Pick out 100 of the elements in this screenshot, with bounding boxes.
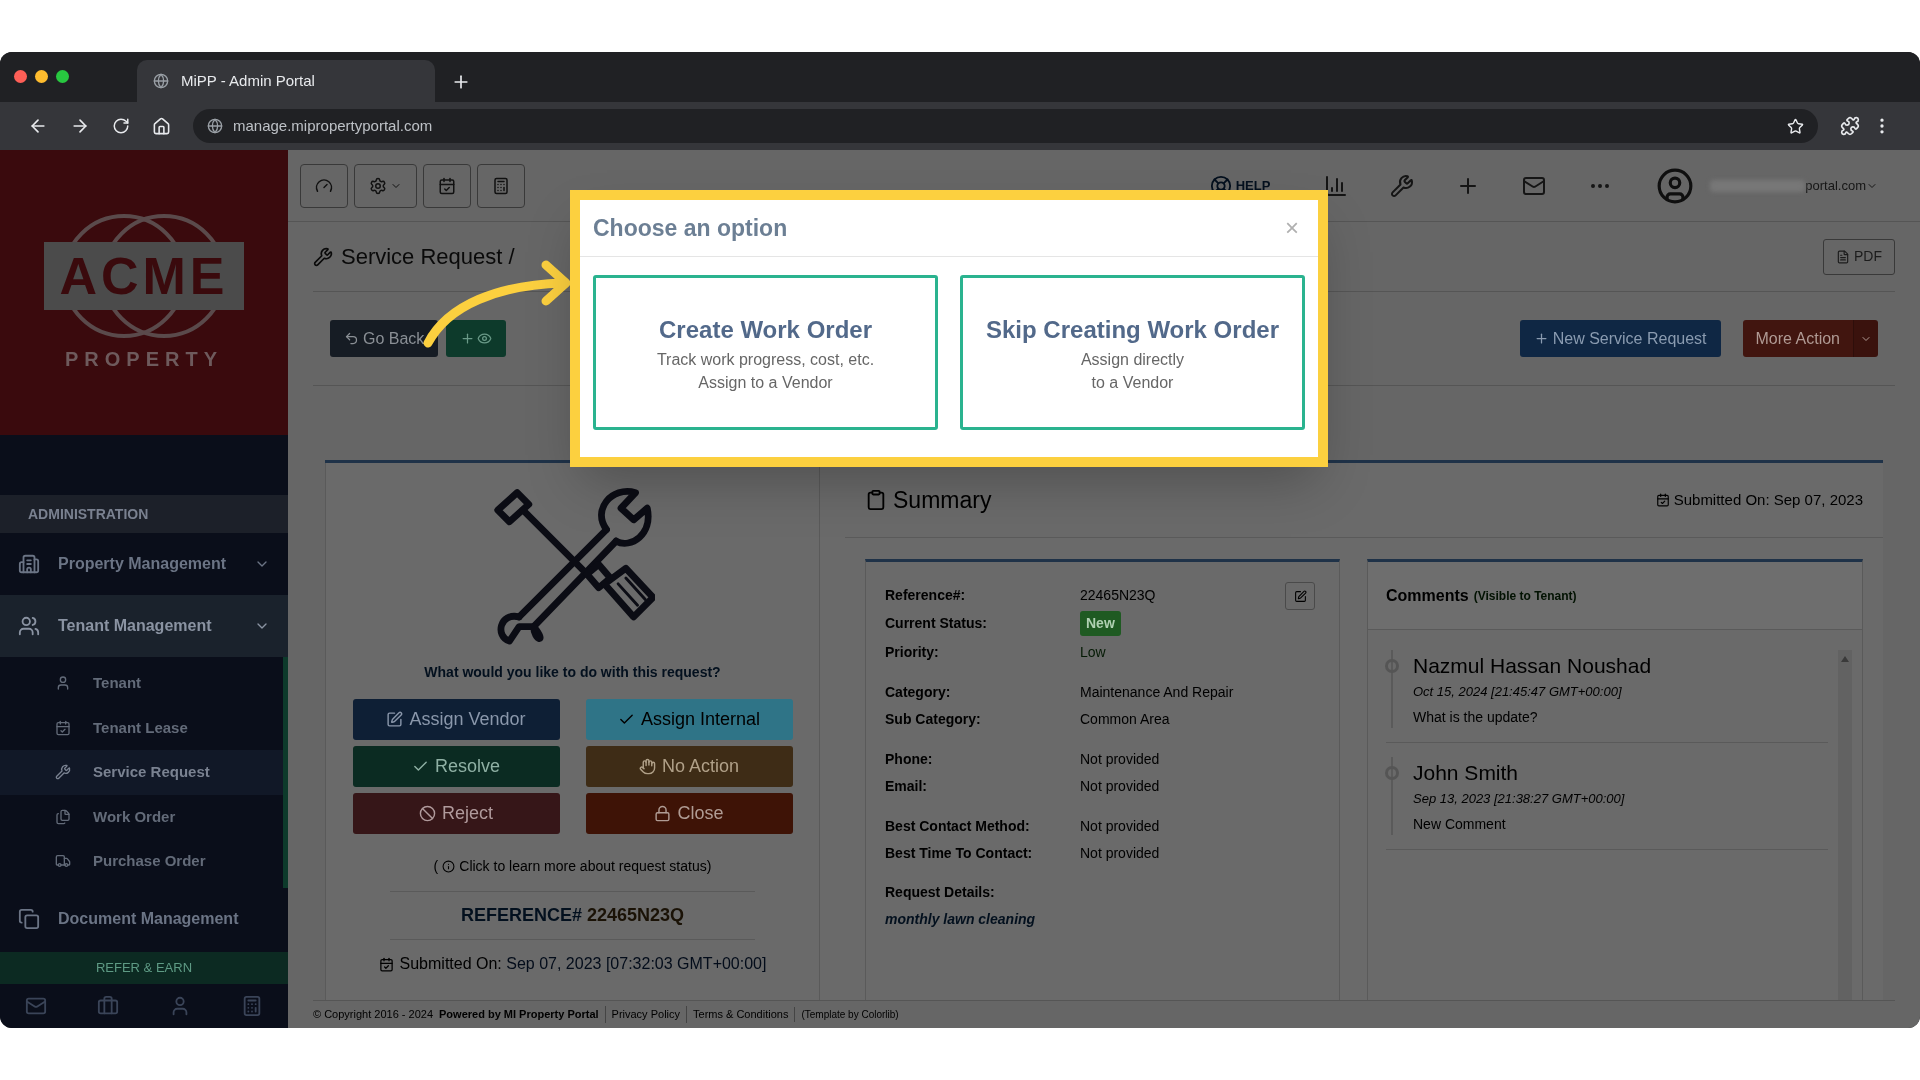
- copy-icon: [18, 907, 40, 930]
- globe-icon: [153, 73, 169, 89]
- breadcrumb: Service Request /: [341, 243, 515, 271]
- action-button[interactable]: Assign Internal: [585, 699, 793, 740]
- sidebar-subitem[interactable]: Service Request: [0, 750, 283, 795]
- comment-text: New Comment: [1413, 815, 1507, 834]
- summary-title: Summary: [893, 485, 992, 515]
- calculator-icon[interactable]: [241, 995, 263, 1017]
- action-button[interactable]: No Action: [585, 746, 793, 787]
- status-badge: New: [1080, 611, 1121, 636]
- reference-number: REFERENCE# 22465N23Q: [460, 904, 685, 927]
- section-header: ADMINISTRATION: [0, 495, 288, 533]
- summary-submitted-date: Submitted On: Sep 07, 2023: [1673, 489, 1863, 510]
- comments-title: Comments: [1386, 585, 1469, 606]
- scroll-up-icon: [1841, 656, 1849, 662]
- field-value: Not provided: [1080, 776, 1160, 796]
- calculator-icon: [492, 176, 510, 195]
- field-label: Category:: [885, 682, 952, 702]
- wrench-icon[interactable]: [1390, 173, 1415, 198]
- edit-icon: [386, 711, 404, 728]
- globe-icon: [207, 118, 223, 134]
- edit-icon: [1293, 589, 1307, 603]
- status-help-link[interactable]: ( Click to learn more about request status): [433, 856, 712, 877]
- field-label: Priority:: [885, 642, 940, 662]
- bar-chart-icon[interactable]: [1324, 173, 1349, 198]
- new-service-request-button[interactable]: New Service Request: [1519, 320, 1721, 357]
- option-card[interactable]: Create Work Order Track work progress, cost, etc. Assign to a Vendor: [593, 275, 938, 430]
- bookmark-star-icon[interactable]: [1787, 117, 1804, 135]
- sidebar-item[interactable]: Tenant Management: [0, 595, 288, 657]
- field-label: Phone:: [885, 749, 934, 769]
- avatar-icon[interactable]: [1656, 166, 1695, 205]
- users-icon: [18, 615, 40, 637]
- wrench-icon: [55, 764, 71, 781]
- action-button[interactable]: Resolve: [352, 746, 560, 787]
- powered-by-link[interactable]: Powered by MI Property Portal: [439, 1006, 599, 1023]
- comment-author: Nazmul Hassan Noushad: [1413, 653, 1652, 679]
- gauge-icon: [315, 176, 333, 195]
- go-back-button[interactable]: Go Back: [330, 320, 439, 357]
- address-field[interactable]: manage.mipropertyportal.com: [193, 109, 1818, 143]
- plus-icon: [1533, 331, 1549, 346]
- user-menu[interactable]: portal.com: [1710, 175, 1878, 196]
- wrench-icon: [313, 246, 333, 267]
- toolbar-button[interactable]: [423, 163, 471, 208]
- comment-text: What is the update?: [1413, 708, 1539, 727]
- action-button[interactable]: Close: [585, 793, 793, 834]
- field-label: Reference#:: [885, 585, 967, 605]
- dialog-title: Choose an option: [593, 213, 789, 243]
- add-view-button[interactable]: [446, 320, 507, 357]
- toolbar-button[interactable]: [300, 163, 348, 208]
- toolbar-button[interactable]: [354, 163, 417, 208]
- field-value: Not provided: [1080, 843, 1160, 863]
- comment-time: Sep 13, 2023 [21:38:27 GMT+00:00]: [1413, 789, 1625, 808]
- browser-tab[interactable]: MiPP - Admin Portal: [137, 60, 435, 102]
- ban-icon: [419, 805, 436, 822]
- comment-author: John Smith: [1413, 760, 1520, 786]
- user-icon: [55, 675, 71, 692]
- terms-link[interactable]: Terms & Conditions: [686, 1006, 789, 1023]
- file-icon: [1836, 249, 1850, 264]
- hand-icon: [638, 758, 656, 775]
- action-button[interactable]: Reject: [352, 793, 560, 834]
- back-arrow-icon: [344, 331, 359, 346]
- reload-icon[interactable]: [112, 117, 130, 135]
- building-icon: [18, 553, 40, 575]
- clipboard-icon: [865, 489, 887, 511]
- field-value: Not provided: [1080, 749, 1160, 769]
- eye-icon: [477, 331, 493, 346]
- request-details: monthly lawn cleaning: [885, 910, 1037, 929]
- extensions-icon[interactable]: [1840, 116, 1860, 136]
- submitted-date: Submitted On: Sep 07, 2023 [07:32:03 GMT+00:00]: [399, 954, 767, 974]
- field-label: Best Time To Contact:: [885, 843, 1034, 863]
- home-icon[interactable]: [152, 116, 171, 136]
- action-button[interactable]: Assign Vendor: [352, 699, 560, 740]
- sidebar-subitem[interactable]: Purchase Order: [0, 839, 283, 884]
- calendar-check-icon: [438, 176, 456, 195]
- field-label: Best Contact Method:: [885, 816, 1031, 836]
- refer-earn-button[interactable]: REFER & EARN: [0, 952, 288, 984]
- field-value: Common Area: [1080, 709, 1170, 729]
- sidebar-subitem[interactable]: Work Order: [0, 794, 283, 839]
- lock-icon: [654, 805, 672, 822]
- sidebar-subitem[interactable]: Tenant: [0, 661, 283, 706]
- field-label: Sub Category:: [885, 709, 982, 729]
- edit-button[interactable]: [1285, 582, 1315, 610]
- more-action-button[interactable]: More Action: [1742, 320, 1853, 357]
- truck-icon: [55, 853, 71, 870]
- template-credit: (Template by Colorlib): [794, 1007, 899, 1022]
- toolbar-button[interactable]: [477, 163, 525, 208]
- pdf-button[interactable]: PDF: [1823, 238, 1895, 275]
- mail-icon[interactable]: [25, 995, 47, 1017]
- sidebar-subitem[interactable]: Tenant Lease: [0, 705, 283, 750]
- field-label: Current Status:: [885, 614, 988, 633]
- action-prompt: What would you like to do with this request?: [424, 663, 721, 682]
- privacy-policy-link[interactable]: Privacy Policy: [604, 1006, 681, 1023]
- option-card[interactable]: Skip Creating Work Order Assign directly to a Vendor: [960, 275, 1305, 430]
- calendar-icon: [55, 719, 71, 736]
- briefcase-icon[interactable]: [97, 995, 119, 1017]
- settings-icon: [369, 176, 387, 195]
- comments-visibility-note: (Visible to Tenant): [1473, 587, 1577, 605]
- logo-tagline: PROPERTY: [65, 346, 223, 372]
- files-icon: [55, 808, 71, 825]
- field-value: 22465N23Q: [1080, 585, 1156, 605]
